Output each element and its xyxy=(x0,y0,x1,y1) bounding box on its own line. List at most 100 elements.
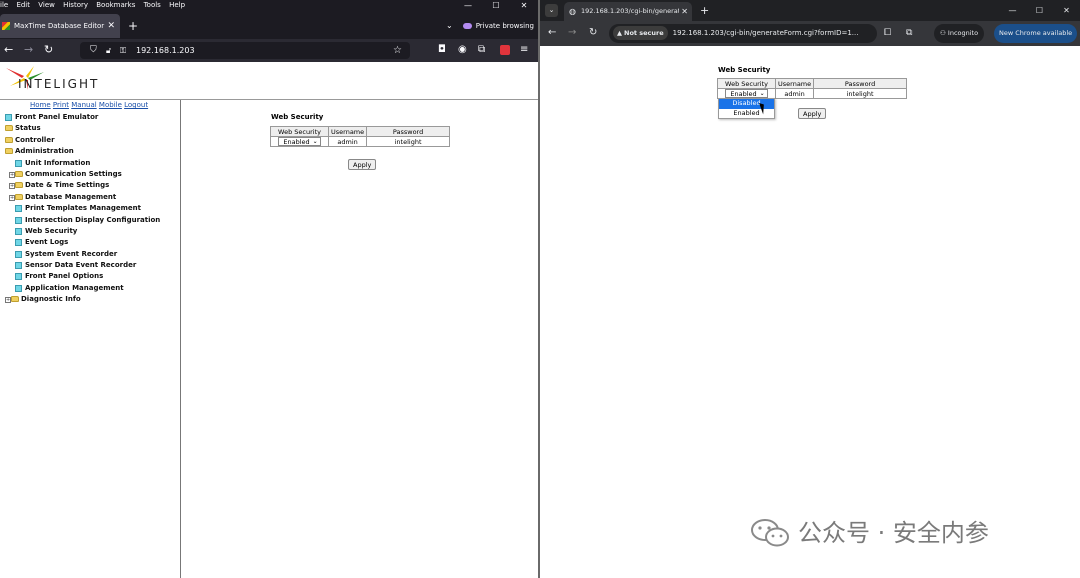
tab-search-icon[interactable]: ⌄ xyxy=(545,4,558,17)
folder-icon xyxy=(15,182,23,189)
tree-item-label: Diagnostic Info xyxy=(21,295,81,304)
header-web-security: Web Security xyxy=(270,126,329,137)
site-info-icon: ◍ xyxy=(569,7,576,16)
reload-icon[interactable]: ↻ xyxy=(44,43,53,57)
private-browsing-label: Private browsing xyxy=(475,22,534,30)
link-manual[interactable]: Manual xyxy=(71,101,96,109)
private-mask-icon xyxy=(462,23,472,29)
pocket-icon[interactable]: ◘ xyxy=(438,43,446,57)
header-password: Password xyxy=(813,78,907,89)
minimize-icon[interactable]: — xyxy=(454,0,482,11)
chevron-down-icon[interactable]: ⌄ xyxy=(446,21,453,30)
chrome-tab-active[interactable]: ◍ 192.168.1.203/cgi-bin/generate ✕ xyxy=(564,2,692,21)
close-window-icon[interactable]: ✕ xyxy=(510,0,538,11)
firefox-url-text[interactable]: 192.168.1.203 xyxy=(136,46,195,55)
web-security-select[interactable]: Enabled ⌄ xyxy=(725,89,768,98)
menu-view[interactable]: View xyxy=(38,1,55,9)
back-arrow-icon[interactable]: ← xyxy=(548,26,556,40)
extensions-icon[interactable]: ⧉ xyxy=(906,27,912,40)
page-icon xyxy=(15,273,22,281)
folder-icon xyxy=(5,125,13,132)
not-secure-badge[interactable]: ▲ Not secure xyxy=(613,26,668,40)
maximize-icon[interactable]: ☐ xyxy=(1026,0,1053,21)
extensions-icon[interactable]: ⧉ xyxy=(478,43,485,57)
dropdown-option-disabled[interactable]: Disabled xyxy=(719,99,774,109)
web-security-table: Web Security Username Password Enabled ⌄ … xyxy=(270,126,450,147)
link-print[interactable]: Print xyxy=(53,101,69,109)
forward-arrow-icon[interactable]: → xyxy=(24,43,33,57)
web-security-select-value: Enabled xyxy=(730,90,757,98)
link-mobile[interactable]: Mobile xyxy=(99,101,122,109)
close-window-icon[interactable]: ✕ xyxy=(1053,0,1080,21)
chrome-navbar: ← → ↻ ▲ Not secure 192.168.1.203/cgi-bin/g… xyxy=(540,21,1080,46)
link-home[interactable]: Home xyxy=(30,101,51,109)
web-security-select[interactable]: Enabled ⌄ xyxy=(278,137,321,146)
new-chrome-button[interactable]: New Chrome available xyxy=(994,24,1078,43)
header-web-security: Web Security xyxy=(717,78,776,89)
back-arrow-icon[interactable]: ← xyxy=(4,43,13,57)
page-icon xyxy=(15,159,22,167)
shield-icon[interactable]: ⛉ xyxy=(90,42,97,59)
apply-button[interactable]: Apply xyxy=(798,108,827,119)
new-tab-icon[interactable]: + xyxy=(128,14,138,38)
menu-help[interactable]: Help xyxy=(169,1,185,9)
forward-arrow-icon[interactable]: → xyxy=(568,26,576,40)
maximize-icon[interactable]: ☐ xyxy=(482,0,510,11)
incognito-icon: ⚇ xyxy=(940,29,948,37)
account-icon[interactable]: ◉ xyxy=(458,43,467,57)
close-tab-icon[interactable]: ✕ xyxy=(679,2,688,21)
lock-warning-icon[interactable]: 🔓︎ xyxy=(106,42,111,59)
translate-icon[interactable]: ⧠ xyxy=(884,27,891,40)
chrome-url-text[interactable]: 192.168.1.203/cgi-bin/generateForm.cgi?f… xyxy=(673,29,859,37)
username-cell: admin xyxy=(774,88,815,99)
incognito-label: Incognito xyxy=(947,29,979,37)
table-header-row: Web Security Username Password xyxy=(717,78,907,89)
header-username: Username xyxy=(327,126,368,137)
firefox-tab-active[interactable]: MaxTime Database Editor ✕ xyxy=(0,14,120,38)
menu-tools[interactable]: Tools xyxy=(144,1,161,9)
incognito-indicator[interactable]: ⚇ Incognito xyxy=(934,24,985,43)
chrome-tab-title: 192.168.1.203/cgi-bin/generate xyxy=(581,7,685,15)
menu-edit[interactable]: Edit xyxy=(16,1,30,9)
chrome-address-bar[interactable]: ▲ Not secure 192.168.1.203/cgi-bin/generat… xyxy=(609,24,877,43)
username-cell: admin xyxy=(327,136,368,147)
key-icon[interactable]: ⚿ xyxy=(120,42,126,59)
web-security-title: Web Security xyxy=(271,113,324,121)
private-browsing-indicator: ⌄ Private browsing xyxy=(446,14,534,38)
folder-icon xyxy=(5,136,13,143)
logo-text: INTELIGHT xyxy=(18,77,100,91)
web-security-cell: Enabled ⌄ xyxy=(270,136,329,147)
firefox-address-bar[interactable]: ⛉ 🔓︎ ⚿ 192.168.1.203 ☆ xyxy=(80,42,410,59)
chrome-tabbar: ⌄ ◍ 192.168.1.203/cgi-bin/generate ✕ + —… xyxy=(540,0,1080,21)
firefox-tab-title: MaxTime Database Editor xyxy=(14,22,105,30)
menu-file[interactable]: ile xyxy=(0,1,8,9)
tree-item-label: Controller xyxy=(15,135,55,144)
reload-icon[interactable]: ↻ xyxy=(589,26,597,40)
not-secure-label: Not secure xyxy=(624,29,664,37)
wechat-logo-icon xyxy=(751,519,789,547)
folder-icon xyxy=(15,170,23,177)
web-security-title: Web Security xyxy=(718,66,771,74)
link-logout[interactable]: Logout xyxy=(124,101,148,109)
new-tab-icon[interactable]: + xyxy=(700,2,709,19)
navigation-pane: Home Print Manual Mobile Logout Front Pa… xyxy=(0,100,181,578)
menu-history[interactable]: History xyxy=(63,1,88,9)
tree-item-label: Front Panel Options xyxy=(25,272,104,281)
close-tab-icon[interactable]: ✕ xyxy=(107,14,115,38)
apply-button[interactable]: Apply xyxy=(348,159,377,170)
tree-item-label: Intersection Display Configuration xyxy=(25,215,161,224)
folder-icon xyxy=(15,193,23,200)
minimize-icon[interactable]: — xyxy=(999,0,1026,21)
tree-item-label: System Event Recorder xyxy=(25,249,118,258)
red-extension-icon[interactable] xyxy=(500,45,510,55)
menu-hamburger-icon[interactable]: ≡ xyxy=(520,43,528,57)
menu-bookmarks[interactable]: Bookmarks xyxy=(96,1,135,9)
header-password: Password xyxy=(366,126,450,137)
bookmark-star-icon[interactable]: ☆ xyxy=(393,42,402,59)
page-icon xyxy=(15,250,22,258)
firefox-tabbar: MaxTime Database Editor ✕ + ⌄ Private bro… xyxy=(0,11,538,39)
folder-icon xyxy=(11,296,19,303)
table-row: Enabled ⌄ admin intelight xyxy=(270,136,450,147)
tree-item-label: Event Logs xyxy=(25,238,69,247)
chevron-down-icon: ⌄ xyxy=(759,90,765,97)
